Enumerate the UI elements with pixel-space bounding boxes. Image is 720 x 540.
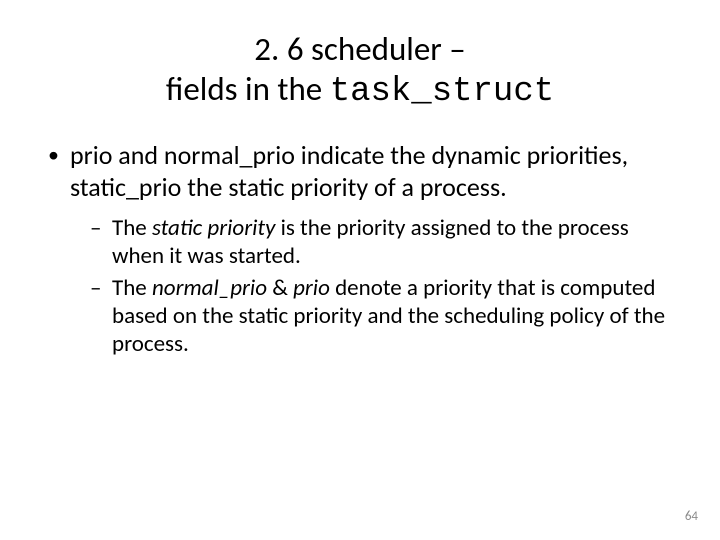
sub1-part-a: The <box>112 214 152 242</box>
page-number: 64 <box>685 509 698 524</box>
sub-bullet-1: The static priority is the priority assi… <box>90 214 680 270</box>
bullet-text-1: prio and normal_prio indicate the dynami… <box>70 139 628 203</box>
sub2-part-a: The <box>112 274 152 302</box>
sub-bullet-2: The normal_prio & prio denote a priority… <box>90 274 680 358</box>
slide-title: 2. 6 scheduler – fields in the task_stru… <box>40 30 680 112</box>
sub1-term: static priority <box>152 214 275 242</box>
sub2-term-2: prio <box>293 274 330 302</box>
sub-bullet-list: The static priority is the priority assi… <box>70 214 680 358</box>
sub2-part-c: & <box>267 274 293 302</box>
title-line-1: 2. 6 scheduler – <box>254 29 465 69</box>
title-code: task_struct <box>330 73 554 111</box>
bullet-list: prio and normal_prio indicate the dynami… <box>40 140 680 358</box>
sub2-term-1: normal_prio <box>152 274 267 302</box>
title-line-2-prefix: fields in the <box>166 69 330 109</box>
bullet-item-1: prio and normal_prio indicate the dynami… <box>46 140 680 358</box>
